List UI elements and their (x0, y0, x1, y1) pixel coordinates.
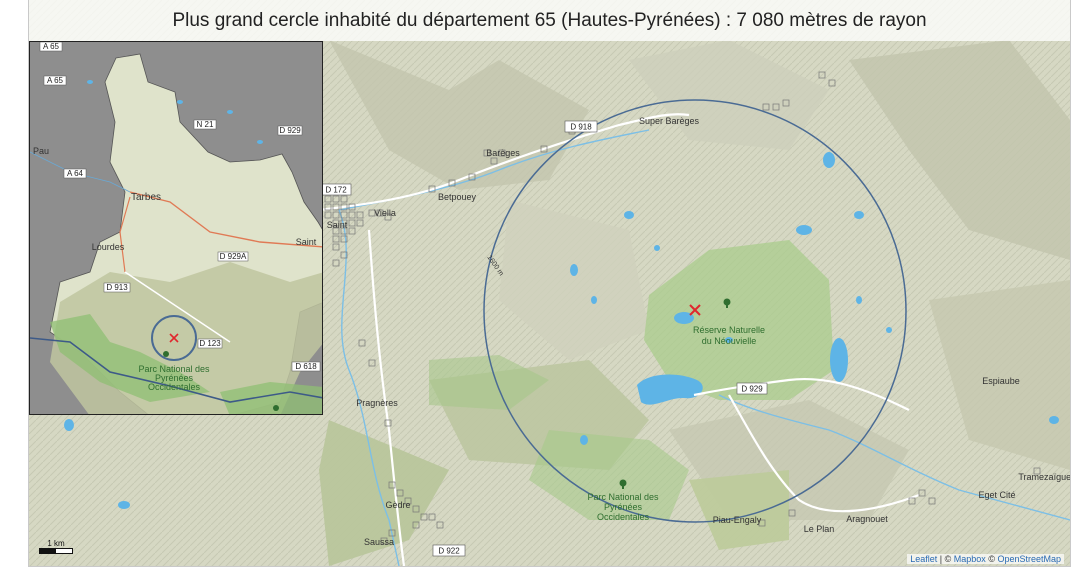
inset-road-tag: D 913 (103, 282, 131, 293)
place-label: Aragnouet (846, 514, 888, 524)
page-title: Plus grand cercle inhabité du départemen… (172, 9, 927, 31)
inset-park-label-line3: Occidentales (148, 382, 201, 392)
place-label: Betpouey (438, 192, 477, 202)
inset-place-label: Lourdes (92, 242, 125, 252)
attribution-sep2: © (985, 554, 998, 564)
road-tag-d172: D 172 (320, 183, 352, 196)
inset-road-tag: D 618 (291, 361, 321, 372)
reserve-label: Réserve Naturelle du Néouvielle (693, 325, 765, 346)
inset-road-tag: A 65 (39, 42, 63, 52)
inset-road-tag: A 64 (63, 168, 87, 179)
road-label: D 918 (570, 123, 592, 132)
map-attribution: Leaflet | © Mapbox © OpenStreetMap (907, 554, 1064, 564)
map-frame[interactable]: D 918 D 172 D 929 D 922 Super Barèges Ba… (29, 0, 1070, 566)
road-label: D 172 (325, 186, 347, 195)
inset-road-tag: D 929A (217, 251, 249, 262)
inset-place-label: Saint (296, 237, 317, 247)
inset-road-label: D 929 (279, 126, 301, 135)
road-tag-d922: D 922 (432, 544, 466, 557)
inset-road-tag: N 21 (193, 119, 217, 130)
place-label: Saint (327, 220, 348, 230)
inset-road-tag: D 123 (197, 338, 223, 349)
inset-road-label: D 618 (295, 362, 317, 371)
park-label-line3: Occidentales (597, 512, 650, 522)
place-label: Le Plan (804, 524, 835, 534)
place-label: Barèges (486, 148, 520, 158)
road-label: D 922 (438, 547, 460, 556)
inset-road-label: N 21 (197, 120, 214, 129)
osm-link[interactable]: OpenStreetMap (997, 554, 1061, 564)
scale-label: 1 km (47, 539, 65, 548)
place-label: Espiaube (982, 376, 1020, 386)
place-label: Gèdre (385, 500, 410, 510)
place-label: Pragnères (356, 398, 398, 408)
road-label: D 929 (741, 385, 763, 394)
reserve-label-line2: du Néouvielle (702, 336, 757, 346)
inset-place-label: Pau (33, 146, 49, 156)
scale-bar: 1 km (39, 539, 73, 554)
leaflet-link[interactable]: Leaflet (910, 554, 937, 564)
inset-road-label: A 65 (43, 42, 60, 51)
road-tag-d918: D 918 (564, 120, 598, 133)
place-label: Piau-Engaly (713, 515, 762, 525)
place-label: Viella (374, 208, 396, 218)
inset-road-label: D 929A (220, 252, 247, 261)
place-label: Saussa (364, 537, 394, 547)
scale-bar-graphic (39, 548, 73, 554)
road-tag-d929: D 929 (736, 382, 768, 395)
mapbox-link[interactable]: Mapbox (954, 554, 986, 564)
inset-place-label: Tarbes (131, 192, 161, 203)
place-label: Tramezaïgues (1018, 472, 1070, 482)
inset-map[interactable]: A 65 A 65 N 21 D 929 A 64 D 929A D 913 D… (29, 41, 323, 415)
reserve-label-line1: Réserve Naturelle (693, 325, 765, 335)
inset-road-label: A 64 (67, 169, 84, 178)
inset-tree-icon-east (273, 405, 279, 411)
inset-road-label: D 123 (199, 339, 221, 348)
park-label-line2: Pyrénées (604, 502, 643, 512)
inset-tree-icon (163, 351, 169, 357)
place-label: Super Barèges (639, 116, 700, 126)
title-bar: Plus grand cercle inhabité du départemen… (29, 0, 1070, 41)
inset-road-tag: A 65 (43, 75, 67, 86)
inset-road-label: A 65 (47, 76, 64, 85)
park-label-line1: Parc National des (587, 492, 659, 502)
inset-road-tag: D 929 (277, 125, 303, 136)
inset-svg: A 65 A 65 N 21 D 929 A 64 D 929A D 913 D… (30, 42, 322, 414)
attribution-sep: | © (937, 554, 954, 564)
inset-road-label: D 913 (106, 283, 128, 292)
place-label: Eget Cité (978, 490, 1015, 500)
